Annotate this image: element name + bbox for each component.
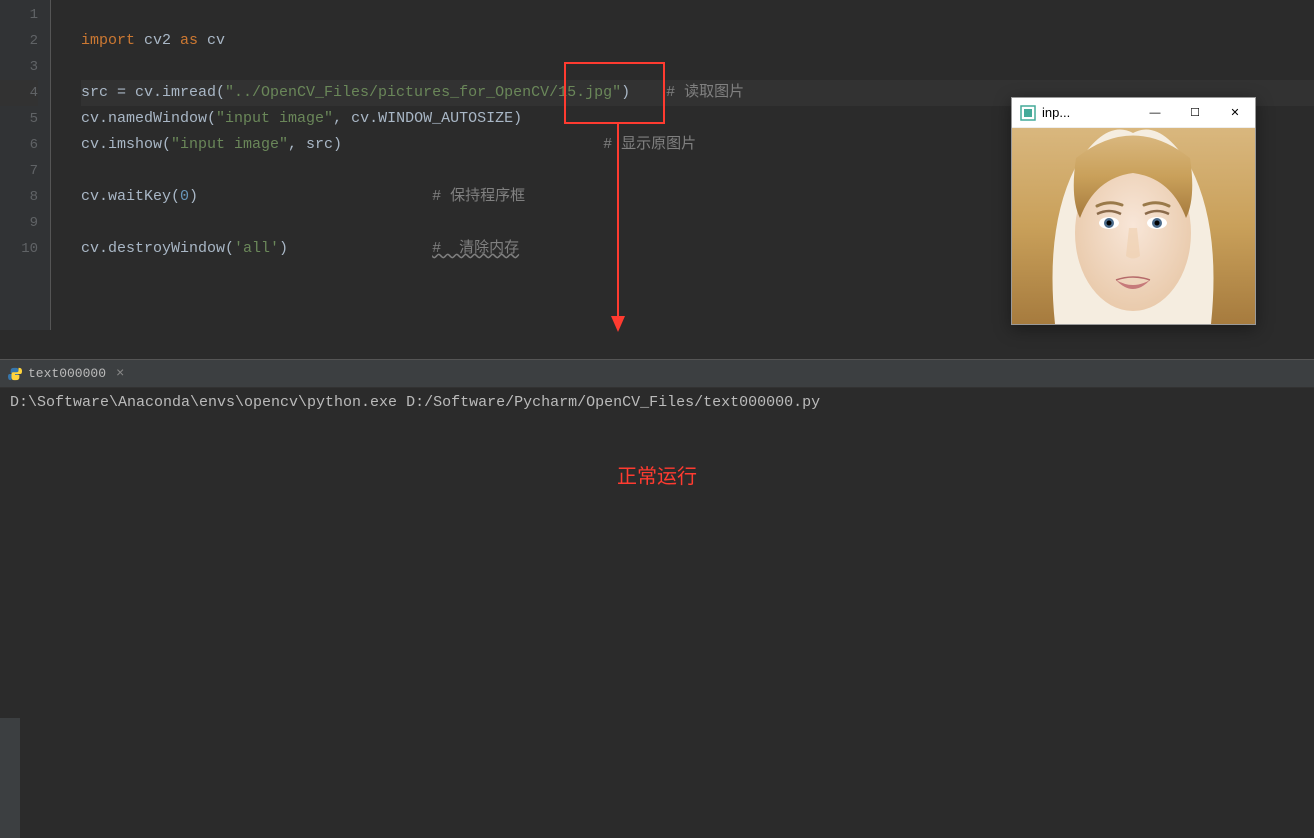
line-number: 1 [0,2,38,28]
line-number: 6 [0,132,38,158]
maximize-button[interactable]: ☐ [1175,98,1215,128]
line-number: 9 [0,210,38,236]
run-panel: text000000 × D:\Software\Anaconda\envs\o… [0,359,1314,519]
image-content [1012,128,1255,324]
run-tab-bar: text000000 × [0,360,1314,388]
line-number: 5 [0,106,38,132]
tab-label: text000000 [28,366,106,381]
tab-close-icon[interactable]: × [116,366,124,382]
image-window[interactable]: inp... — ☐ ✕ [1011,97,1256,325]
code-line [81,54,1314,80]
console-output[interactable]: D:\Software\Anaconda\envs\opencv\python.… [0,388,1314,417]
run-tab[interactable]: text000000 × [0,360,132,387]
line-number: 8 [0,184,38,210]
python-icon [8,367,22,381]
line-number: 10 [0,236,38,262]
line-number: 2 [0,28,38,54]
line-gutter: 1 2 3 4 5 6 7 8 9 10 [0,0,50,330]
line-number: 4 [0,80,38,106]
status-annotation: 正常运行 [617,460,697,489]
minimize-button[interactable]: — [1135,98,1175,128]
line-number: 7 [0,158,38,184]
code-line: import cv2 as cv [81,28,1314,54]
tool-strip [0,718,20,838]
window-app-icon [1020,105,1036,121]
code-line [81,2,1314,28]
window-title: inp... [1042,105,1135,120]
window-titlebar[interactable]: inp... — ☐ ✕ [1012,98,1255,128]
line-number: 3 [0,54,38,80]
close-button[interactable]: ✕ [1215,98,1255,128]
